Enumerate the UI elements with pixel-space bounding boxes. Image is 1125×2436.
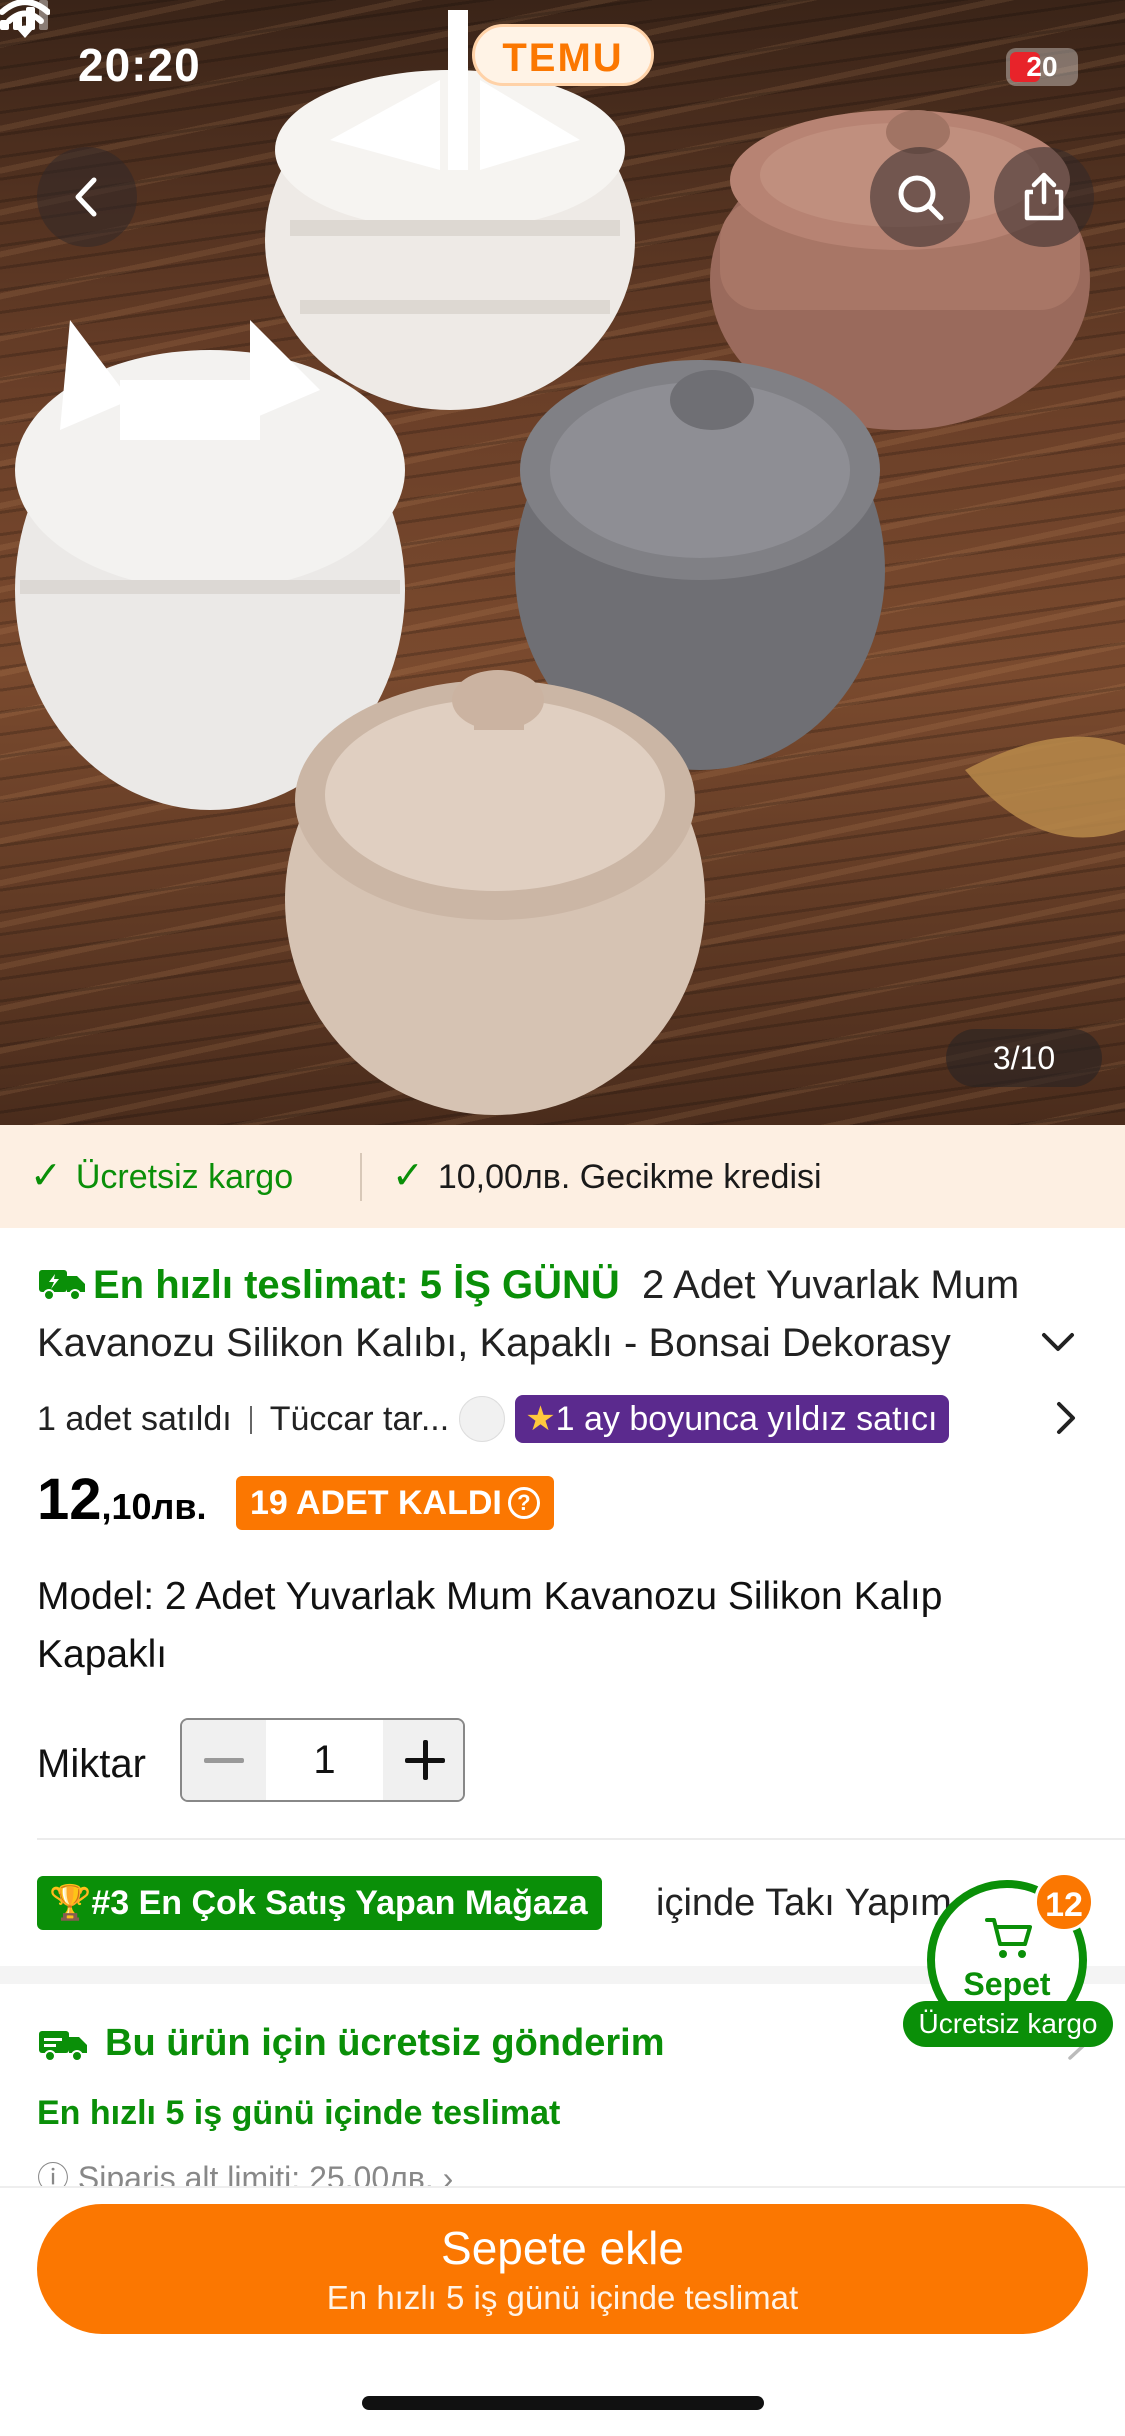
check-icon: ✓ xyxy=(392,1155,424,1197)
add-to-cart-subtitle: En hızlı 5 iş günü içinde teslimat xyxy=(326,2279,799,2316)
benefits-strip[interactable]: ✓ Ücretsiz kargo ✓ 10,00лв. Gecikme kredis… xyxy=(0,1125,1125,1228)
min-order-text[interactable]: ⓘ Sipariş alt limiti: 25,00лв. › xyxy=(37,2156,453,2186)
seller-avatar xyxy=(459,1396,506,1442)
divider xyxy=(249,1406,252,1434)
delay-credit-benefit: ✓ 10,00лв. Gecikme kredisi xyxy=(392,1155,822,1197)
wifi-icon xyxy=(0,0,50,38)
price: 12,10лв. xyxy=(37,1466,207,1536)
price-minor: ,10лв. xyxy=(101,1486,207,1527)
star-seller-badge: ★1 ay boyunca yıldız satıcı xyxy=(515,1395,950,1443)
divider xyxy=(360,1153,362,1201)
delivery-truck-icon xyxy=(39,2031,87,2062)
trophy-icon: 🏆 xyxy=(49,1884,92,1922)
add-to-cart-label: Sepete ekle xyxy=(441,2222,684,2274)
temu-logo: TEMU xyxy=(472,24,654,86)
sold-count: 1 adet satıldı xyxy=(37,1400,232,1438)
seller-row[interactable]: 1 adet satıldı Tüccar tar... ★1 ay boyunca… xyxy=(37,1394,1097,1444)
cart-icon xyxy=(985,1918,1032,1958)
back-arrow-icon xyxy=(75,177,97,217)
ranking-category: içinde Takı Yapım xyxy=(656,1882,952,1924)
back-button[interactable] xyxy=(37,147,137,247)
free-shipping-title[interactable]: Bu ürün için ücretsiz gönderim xyxy=(37,2017,665,2069)
search-icon xyxy=(898,175,944,221)
free-shipping-benefit: ✓ Ücretsiz kargo xyxy=(30,1155,294,1197)
home-indicator[interactable] xyxy=(362,2396,764,2410)
quantity-value[interactable]: 1 xyxy=(266,1720,383,1800)
product-title[interactable]: En hızlı teslimat: 5 İŞ GÜNÜ 2 Adet Yuva… xyxy=(37,1256,1037,1372)
help-icon: ? xyxy=(507,1487,540,1519)
product-image-gallery[interactable]: 20:20 TEMU 20 3/10 xyxy=(0,0,1125,1125)
chevron-right-icon[interactable] xyxy=(1054,1400,1078,1436)
model-label[interactable]: Model: 2 Adet Yuvarlak Mum Kavanozu Sili… xyxy=(37,1568,1077,1684)
battery-level: 20 xyxy=(1026,51,1058,82)
fastest-delivery-text: En hızlı 5 iş günü içinde teslimat xyxy=(37,2094,561,2132)
stock-badge[interactable]: 19 ADET KALDI? xyxy=(236,1476,554,1530)
check-icon: ✓ xyxy=(30,1155,62,1197)
decrease-quantity-button[interactable] xyxy=(182,1720,266,1800)
star-icon: ★ xyxy=(525,1400,556,1438)
search-button[interactable] xyxy=(870,147,970,247)
share-button[interactable] xyxy=(994,147,1094,247)
increase-quantity-button[interactable] xyxy=(383,1720,463,1800)
image-counter: 3/10 xyxy=(946,1029,1102,1087)
price-major: 12 xyxy=(37,1467,102,1532)
fast-delivery-label: En hızlı teslimat: 5 İŞ GÜNÜ xyxy=(93,1263,620,1307)
share-icon xyxy=(1024,172,1064,221)
divider xyxy=(37,1838,1125,1840)
cart-free-shipping-pill: Ücretsiz kargo xyxy=(903,2001,1113,2047)
clock: 20:20 xyxy=(78,39,201,91)
chevron-right-icon: › xyxy=(433,2160,454,2186)
cart-label: Sepet xyxy=(963,1966,1051,2002)
battery-icon: 20 xyxy=(1006,48,1078,86)
seller-name[interactable]: Tüccar tar... xyxy=(270,1400,450,1438)
quantity-label: Miktar xyxy=(37,1742,146,1786)
cart-count-badge: 12 xyxy=(1034,1872,1094,1932)
expand-chevron-icon[interactable] xyxy=(1040,1330,1076,1354)
info-icon: ⓘ xyxy=(37,2160,78,2186)
delivery-truck-icon xyxy=(39,1270,85,1301)
add-to-cart-button[interactable]: Sepete ekle En hızlı 5 iş günü içinde te… xyxy=(37,2204,1088,2334)
quantity-stepper: 1 xyxy=(180,1718,465,1802)
status-bar: 20:20 TEMU 20 xyxy=(0,0,1125,130)
store-ranking-badge[interactable]: 🏆#3 En Çok Satış Yapan Mağaza xyxy=(37,1876,602,1930)
